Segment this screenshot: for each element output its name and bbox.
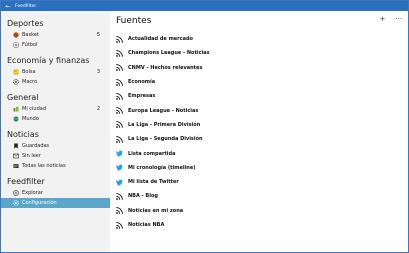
- sidebar-item-label: Mi ciudad: [22, 106, 47, 112]
- section-title: Noticias: [7, 130, 39, 139]
- more-icon[interactable]: ···: [395, 15, 402, 23]
- app-window: ← Feedfilter Deportes Basket 5 Fútbol Econom…: [0, 0, 409, 253]
- add-icon[interactable]: +: [379, 15, 385, 23]
- all-news-icon: [13, 163, 19, 169]
- title-bar: ← Feedfilter: [1, 1, 408, 11]
- section-title: Economía y finanzas: [7, 56, 90, 65]
- bookmark-icon: [13, 143, 19, 149]
- sidebar-item-label: Explorar: [22, 190, 43, 196]
- sidebar-item-mundo[interactable]: Mundo: [1, 114, 110, 124]
- sidebar-item-label: Fútbol: [22, 42, 38, 48]
- stock-chart-icon: [13, 69, 19, 75]
- feed-item[interactable]: Actualidad de mercado: [116, 32, 408, 46]
- sidebar-item-todas-las-noticias[interactable]: Todas las noticias: [1, 161, 110, 171]
- feed-item[interactable]: La Liga - Segunda División: [116, 132, 408, 146]
- feed-label: Mi lista de Twitter: [128, 179, 179, 186]
- twitter-icon: [116, 150, 123, 157]
- sidebar-item-basket[interactable]: Basket 5: [1, 30, 110, 40]
- feed-item[interactable]: Mi cronología (timeline): [116, 161, 408, 175]
- feed-label: Lista compartida: [128, 150, 176, 157]
- sidebar-item-configuraci-n[interactable]: Configuración: [1, 198, 110, 208]
- sidebar-item-f-tbol[interactable]: Fútbol: [1, 40, 110, 50]
- feed-label: Empresas: [128, 93, 156, 100]
- sidebar-item-sin-leer[interactable]: Sin leer: [1, 151, 110, 161]
- feed-label: Noticias NBA: [128, 222, 165, 228]
- feed-item[interactable]: Noticias NBA: [116, 218, 408, 232]
- sidebar-item-guardadas[interactable]: Guardadas: [1, 141, 110, 151]
- sidebar-item-bolsa[interactable]: Bolsa 3: [1, 67, 110, 77]
- window-title: Feedfilter: [15, 3, 37, 9]
- feed-item[interactable]: NBA - Blog: [116, 189, 408, 203]
- sidebar-item-macro[interactable]: Macro: [1, 77, 110, 87]
- feed-label: Economía: [128, 79, 156, 86]
- gear-icon: [13, 79, 19, 85]
- feed-item[interactable]: La Liga - Primera División: [116, 118, 408, 132]
- feed-list: Actualidad de mercado Champions League - …: [110, 31, 408, 232]
- feed-label: Champions League - Noticias: [128, 50, 210, 57]
- city-icon: [13, 106, 19, 112]
- compass-icon: [13, 190, 19, 196]
- back-button[interactable]: ←: [1, 3, 15, 10]
- twitter-icon: [116, 164, 123, 171]
- twitter-icon: [116, 179, 123, 186]
- feed-label: La Liga - Segunda División: [128, 136, 203, 143]
- unread-count: 2: [96, 106, 100, 112]
- feed-item[interactable]: Europa League - Noticias: [116, 103, 408, 117]
- rss-icon: [116, 207, 123, 215]
- page-title: Fuentes: [116, 16, 152, 26]
- feed-item[interactable]: Economía: [116, 75, 408, 89]
- sidebar-item-label: Bolsa: [22, 69, 36, 75]
- rss-icon: [116, 35, 123, 43]
- globe-icon: [13, 116, 19, 122]
- sidebar-item-explorar[interactable]: Explorar: [1, 188, 110, 198]
- rss-icon: [116, 78, 123, 86]
- sidebar-item-label: Todas las noticias: [22, 163, 66, 169]
- sidebar-item-label: Basket: [22, 32, 39, 38]
- basketball-icon: [13, 32, 19, 38]
- feed-item[interactable]: Champions League - Noticias: [116, 46, 408, 60]
- sidebar-item-mi-ciudad[interactable]: Mi ciudad 2: [1, 104, 110, 114]
- feed-item[interactable]: Noticias en mi zona: [116, 204, 408, 218]
- rss-icon: [116, 193, 123, 200]
- feed-item[interactable]: Mi lista de Twitter: [116, 175, 408, 189]
- gear-icon: [13, 200, 19, 206]
- feed-label: Mi cronología (timeline): [128, 164, 196, 171]
- sidebar-item-label: Mundo: [22, 116, 39, 122]
- feed-label: Europa League - Noticias: [128, 107, 199, 114]
- feed-label: NBA - Blog: [128, 193, 158, 200]
- section-title: Deportes: [7, 19, 44, 28]
- unread-count: 5: [96, 32, 100, 38]
- rss-icon: [116, 221, 123, 229]
- rss-icon: [116, 92, 123, 100]
- feed-item[interactable]: CNMV - Hechos relevantes: [116, 61, 408, 75]
- sidebar-item-label: Sin leer: [22, 153, 41, 159]
- feed-label: La Liga - Primera División: [128, 121, 201, 128]
- soccer-ball-icon: [13, 42, 19, 48]
- rss-icon: [116, 50, 123, 57]
- sidebar-item-label: Configuración: [22, 200, 57, 206]
- feed-item[interactable]: Lista compartida: [116, 146, 408, 160]
- rss-icon: [116, 135, 123, 143]
- section-title: General: [7, 93, 39, 102]
- section-title: Feedfilter: [7, 177, 45, 186]
- rss-icon: [116, 107, 123, 115]
- sidebar: Deportes Basket 5 Fútbol Economía y finanzas…: [1, 11, 110, 252]
- feed-item[interactable]: Empresas: [116, 89, 408, 103]
- rss-icon: [116, 64, 123, 72]
- rss-icon: [116, 121, 123, 129]
- feed-label: Actualidad de mercado: [128, 36, 193, 43]
- unread-count: 3: [96, 69, 100, 75]
- main-header: Fuentes + ···: [110, 11, 408, 31]
- main-panel: Fuentes + ··· Actualidad de mercado Champ…: [110, 11, 408, 252]
- feed-label: CNMV - Hechos relevantes: [128, 64, 203, 71]
- sidebar-item-label: Macro: [22, 79, 38, 85]
- feed-label: Noticias en mi zona: [128, 207, 184, 214]
- sidebar-item-label: Guardadas: [22, 143, 50, 149]
- unread-icon: [13, 153, 19, 159]
